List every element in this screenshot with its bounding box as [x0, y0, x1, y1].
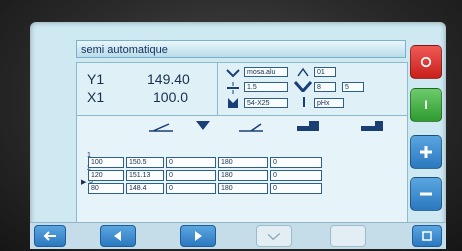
mode-field[interactable]: pHx: [314, 98, 344, 108]
die-icon: [294, 81, 312, 92]
square-icon: [422, 231, 432, 241]
retract-icon: [361, 121, 383, 131]
axis-value-x1: 100.0: [153, 89, 189, 105]
cell-position[interactable]: 148.4: [126, 183, 164, 194]
minus-button[interactable]: [410, 177, 442, 211]
stop-button[interactable]: [410, 45, 442, 79]
backgauge-icon: [297, 121, 319, 131]
die-b-field[interactable]: 5: [342, 82, 364, 92]
bottom-toolbar: [30, 222, 446, 249]
arrow-left-icon: [114, 231, 121, 241]
pin-icon: [303, 97, 305, 107]
bend-table: 100 150.5 0 180 0 120 151.13 0 180 0 80 …: [86, 155, 324, 196]
thickness-icon: [227, 82, 239, 94]
cell-angle[interactable]: 100: [88, 157, 124, 168]
cell-retract[interactable]: 0: [270, 157, 322, 168]
die-a-field[interactable]: 8: [314, 82, 336, 92]
cell-retract[interactable]: 0: [270, 183, 322, 194]
cell-angle[interactable]: 120: [88, 170, 124, 181]
cell-angle[interactable]: 80: [88, 183, 124, 194]
thickness-field[interactable]: 1.5: [244, 82, 288, 92]
back-button[interactable]: [34, 225, 66, 247]
plus-icon: [420, 146, 432, 158]
cell-retract[interactable]: 0: [270, 170, 322, 181]
punch-field[interactable]: 54-X25: [244, 98, 288, 108]
cell-bend[interactable]: 0: [166, 170, 216, 181]
cell-backgauge[interactable]: 180: [218, 183, 268, 194]
sheet-icon: [297, 67, 309, 77]
arrow-right-icon: [195, 231, 202, 241]
table-row[interactable]: 80 148.4 0 180 0: [88, 183, 322, 194]
v-die-icon: [226, 69, 240, 78]
cell-backgauge[interactable]: 180: [218, 157, 268, 168]
axis-value-y1: 149.40: [147, 71, 190, 87]
plus-button[interactable]: [410, 135, 442, 169]
main-panel: Y1 149.40 X1 100.0 mosa.alu 01 1.5 8 5 5…: [76, 62, 408, 228]
table-row[interactable]: 120 151.13 0 180 0: [88, 170, 322, 181]
angle-icon: [149, 123, 173, 132]
validate-button[interactable]: [256, 225, 292, 247]
table-row[interactable]: 100 150.5 0 180 0: [88, 157, 322, 168]
menu-button[interactable]: [412, 225, 442, 247]
tool-parameters: mosa.alu 01 1.5 8 5 54-X25 pHx: [218, 63, 407, 116]
cell-backgauge[interactable]: 180: [218, 170, 268, 181]
minus-icon: [420, 192, 432, 196]
cell-bend[interactable]: 0: [166, 157, 216, 168]
cell-position[interactable]: 151.13: [126, 170, 164, 181]
ram-position-icon: [196, 121, 210, 130]
checkmark-icon: [267, 233, 281, 241]
bend-angle-icon: [239, 123, 263, 132]
cell-bend[interactable]: 0: [166, 183, 216, 194]
circle-icon: [420, 56, 432, 68]
exit-arrow-icon: [43, 231, 56, 241]
previous-button[interactable]: [100, 225, 136, 247]
axis-name-y1: Y1: [87, 71, 105, 87]
start-button[interactable]: I: [410, 88, 442, 122]
cell-position[interactable]: 150.5: [126, 157, 164, 168]
axis-readout: Y1 149.40 X1 100.0: [77, 63, 218, 116]
hmi-screen: semi automatique Y1 149.40 X1 100.0 mosa…: [30, 22, 446, 248]
punch-icon: [228, 98, 238, 108]
next-button[interactable]: [180, 225, 216, 247]
material-field[interactable]: mosa.alu: [244, 67, 288, 77]
empty-softkey[interactable]: [330, 225, 366, 247]
tool-number-field[interactable]: 01: [314, 67, 336, 77]
page-title: semi automatique: [76, 40, 406, 58]
axis-name-x1: X1: [87, 89, 105, 105]
